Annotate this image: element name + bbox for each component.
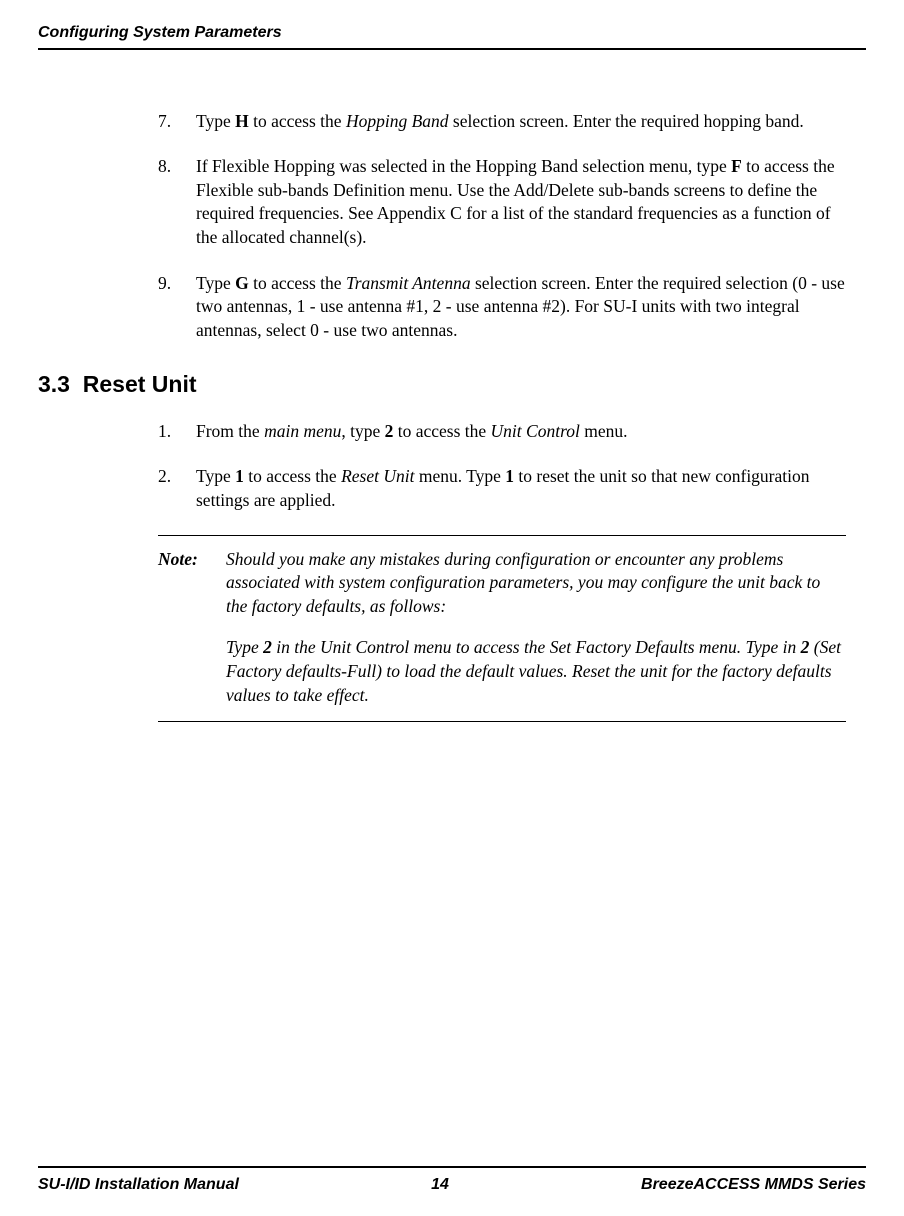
list-number: 8. xyxy=(158,155,196,250)
section-heading: 3.3 Reset Unit xyxy=(38,369,866,400)
note-paragraph: Should you make any mistakes during conf… xyxy=(226,548,846,619)
list-item: 8. If Flexible Hopping was selected in t… xyxy=(38,155,866,250)
list-number: 7. xyxy=(158,110,196,134)
note-block: Note: Should you make any mistakes durin… xyxy=(158,535,846,723)
list-number: 1. xyxy=(158,420,196,444)
list-number: 2. xyxy=(158,465,196,512)
note-text: Should you make any mistakes during conf… xyxy=(226,548,846,708)
footer-right: BreezeACCESS MMDS Series xyxy=(641,1174,866,1196)
list-text: Type 1 to access the Reset Unit menu. Ty… xyxy=(196,465,866,512)
section-title: Reset Unit xyxy=(83,371,197,397)
list-text: Type H to access the Hopping Band select… xyxy=(196,110,866,134)
list-number: 9. xyxy=(158,272,196,343)
top-ordered-list: 7. Type H to access the Hopping Band sel… xyxy=(38,110,866,343)
note-paragraph: Type 2 in the Unit Control menu to acces… xyxy=(226,636,846,707)
list-item: 7. Type H to access the Hopping Band sel… xyxy=(38,110,866,134)
footer-page-number: 14 xyxy=(431,1174,449,1196)
list-text: Type G to access the Transmit Antenna se… xyxy=(196,272,866,343)
section-number: 3.3 xyxy=(38,371,70,397)
list-item: 1. From the main menu, type 2 to access … xyxy=(38,420,866,444)
page-footer: SU-I/ID Installation Manual 14 BreezeACC… xyxy=(38,1166,866,1216)
footer-left: SU-I/ID Installation Manual xyxy=(38,1174,239,1196)
list-text: If Flexible Hopping was selected in the … xyxy=(196,155,866,250)
page-header: Configuring System Parameters xyxy=(38,22,866,50)
list-text: From the main menu, type 2 to access the… xyxy=(196,420,866,444)
content-area: 7. Type H to access the Hopping Band sel… xyxy=(38,50,866,1167)
note-label: Note: xyxy=(158,548,226,708)
list-item: 9. Type G to access the Transmit Antenna… xyxy=(38,272,866,343)
bottom-ordered-list: 1. From the main menu, type 2 to access … xyxy=(38,420,866,513)
list-item: 2. Type 1 to access the Reset Unit menu.… xyxy=(38,465,866,512)
